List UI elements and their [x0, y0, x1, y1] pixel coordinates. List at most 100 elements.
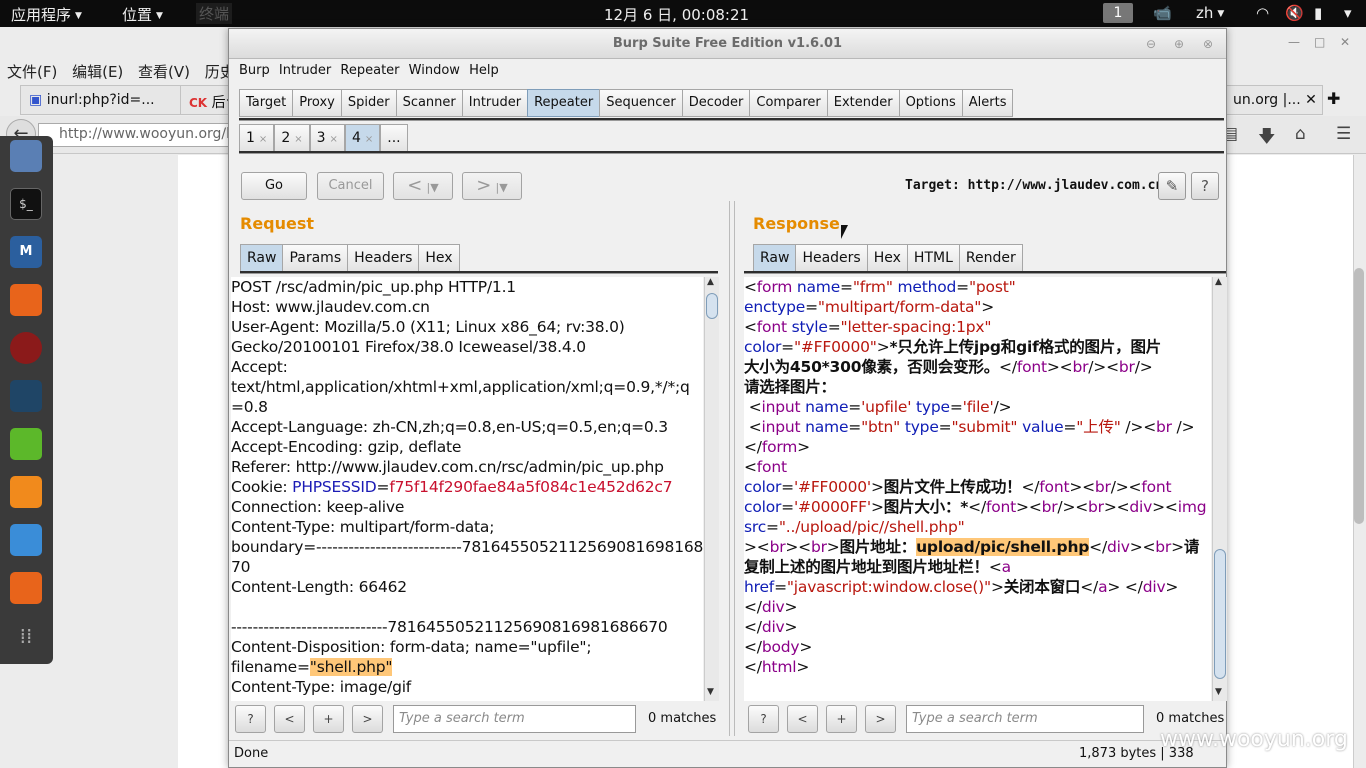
response-search-input[interactable]: Type a search term	[906, 705, 1144, 733]
new-tab-icon[interactable]: ✚	[1327, 89, 1340, 108]
url-bar[interactable]: http://www.wooyun.org/b	[38, 123, 238, 147]
repeater-tab-3[interactable]: 3 ×	[309, 124, 345, 152]
applications-menu[interactable]: 应用程序 ▼	[11, 4, 82, 25]
battery-icon[interactable]: ▮	[1314, 4, 1322, 22]
close-tab-icon[interactable]: ×	[330, 134, 338, 145]
dock-app-icon[interactable]	[10, 140, 42, 172]
tab-comparer[interactable]: Comparer	[749, 89, 828, 117]
workspace-indicator[interactable]: 1	[1103, 3, 1133, 23]
response-tab-headers[interactable]: Headers	[795, 244, 868, 272]
scroll-down-icon[interactable]: ▼	[1215, 687, 1222, 697]
browser-tab-3[interactable]: un.org |... ✕	[1225, 85, 1323, 115]
search-help-icon[interactable]: ?	[748, 705, 779, 733]
tab-close-icon[interactable]: ✕	[1305, 92, 1317, 108]
power-menu-icon[interactable]: ▾	[1344, 4, 1352, 22]
edit-target-pencil-icon[interactable]: ✎	[1158, 172, 1186, 200]
tab-spider[interactable]: Spider	[340, 89, 397, 117]
response-tab-html[interactable]: HTML	[906, 244, 960, 272]
menu-repeater[interactable]: Repeater	[340, 63, 399, 78]
search-next-icon[interactable]: >	[352, 705, 383, 733]
search-options-icon[interactable]: +	[313, 705, 344, 733]
search-help-icon[interactable]: ?	[235, 705, 266, 733]
tab-sequencer[interactable]: Sequencer	[599, 89, 683, 117]
ff-maximize-icon[interactable]: □	[1314, 35, 1325, 49]
wifi-icon[interactable]: ◠	[1256, 4, 1269, 22]
home-icon[interactable]: ⌂	[1295, 124, 1306, 144]
search-next-icon[interactable]: >	[865, 705, 896, 733]
firefox-menubar[interactable]: 文件(F) 编辑(E) 查看(V) 历史(	[7, 61, 241, 82]
menu-window[interactable]: Window	[409, 63, 460, 78]
tool-icon[interactable]	[10, 380, 42, 412]
terminal-icon[interactable]: $_	[10, 188, 42, 220]
go-button[interactable]: Go	[241, 172, 307, 200]
page-scrollbar-thumb[interactable]	[1354, 268, 1364, 524]
tab-intruder[interactable]: Intruder	[461, 89, 529, 117]
response-editor[interactable]: <form name="frm" method="post" enctype="…	[744, 277, 1211, 701]
scroll-up-icon[interactable]: ▲	[1215, 277, 1222, 287]
tab-alerts[interactable]: Alerts	[961, 89, 1014, 117]
tab-scanner[interactable]: Scanner	[395, 89, 463, 117]
close-tab-icon[interactable]: ×	[294, 134, 302, 145]
burp-minimize-icon[interactable]: ⊖	[1146, 29, 1156, 59]
burp-icon[interactable]	[10, 284, 42, 316]
search-options-icon[interactable]: +	[826, 705, 857, 733]
menu-burp[interactable]: Burp	[239, 63, 270, 78]
response-tab-render[interactable]: Render	[958, 244, 1023, 272]
scroll-up-icon[interactable]: ▲	[707, 277, 714, 287]
request-tab-raw[interactable]: Raw	[240, 244, 284, 272]
back-button[interactable]: < |▼	[393, 172, 453, 200]
search-prev-icon[interactable]: <	[274, 705, 305, 733]
app-icon-blue[interactable]	[10, 524, 42, 556]
tab-repeater[interactable]: Repeater	[527, 89, 601, 117]
tab-options[interactable]: Options	[898, 89, 963, 117]
tab-extender[interactable]: Extender	[826, 89, 900, 117]
tab-decoder[interactable]: Decoder	[681, 89, 751, 117]
language-indicator[interactable]: zh ▼	[1196, 4, 1224, 22]
response-scrollbar[interactable]: ▲ ▼	[1212, 277, 1227, 701]
burp-icon-2[interactable]	[10, 572, 42, 604]
volume-icon[interactable]: 🔇	[1285, 4, 1304, 22]
show-apps-icon[interactable]: ⁞⁞	[10, 620, 42, 652]
burp-maximize-icon[interactable]: ⊕	[1174, 29, 1184, 59]
tab-target[interactable]: Target	[239, 89, 294, 117]
menu-icon[interactable]: ☰	[1336, 124, 1351, 144]
places-menu[interactable]: 位置 ▼	[122, 4, 163, 25]
search-prev-icon[interactable]: <	[787, 705, 818, 733]
cancel-button[interactable]: Cancel	[317, 172, 384, 200]
camera-icon[interactable]: 📹	[1153, 4, 1172, 22]
ff-close-icon[interactable]: ✕	[1340, 35, 1350, 49]
clock[interactable]: 12月 6 日, 00:08:21	[604, 4, 749, 25]
response-scroll-thumb[interactable]	[1214, 549, 1226, 679]
menu-help[interactable]: Help	[469, 63, 499, 78]
request-search-input[interactable]: Type a search term	[393, 705, 636, 733]
browser-tab-1[interactable]: ▣ inurl:php?id=...	[20, 85, 182, 115]
browser-tab-2[interactable]: CK 后台	[180, 85, 240, 115]
help-icon[interactable]: ?	[1191, 172, 1219, 200]
notes-icon[interactable]	[10, 428, 42, 460]
response-tab-hex[interactable]: Hex	[866, 244, 908, 272]
request-scrollbar[interactable]: ▲ ▼	[704, 277, 719, 701]
forward-button[interactable]: > |▼	[462, 172, 522, 200]
response-tab-raw[interactable]: Raw	[753, 244, 797, 272]
ff-minimize-icon[interactable]: —	[1288, 35, 1300, 49]
metasploit-icon[interactable]: M	[10, 236, 42, 268]
request-tab-params[interactable]: Params	[282, 244, 349, 272]
repeater-tab-4[interactable]: 4 ×	[344, 124, 381, 152]
app-icon-orange[interactable]	[10, 476, 42, 508]
repeater-tab-1[interactable]: 1 ×	[239, 124, 275, 152]
repeater-tab-2[interactable]: 2 ×	[274, 124, 310, 152]
burp-close-icon[interactable]: ⊗	[1203, 29, 1213, 59]
armitage-icon[interactable]	[10, 332, 42, 364]
repeater-tab-new[interactable]: ...	[380, 124, 408, 152]
request-tab-headers[interactable]: Headers	[347, 244, 420, 272]
request-tab-hex[interactable]: Hex	[418, 244, 460, 272]
request-scroll-thumb[interactable]	[706, 293, 718, 319]
tab-proxy[interactable]: Proxy	[292, 89, 342, 117]
menu-intruder[interactable]: Intruder	[279, 63, 331, 78]
close-tab-icon[interactable]: ×	[365, 134, 373, 145]
split-pane-divider[interactable]	[729, 201, 735, 736]
request-editor[interactable]: POST /rsc/admin/pic_up.php HTTP/1.1 Host…	[231, 277, 703, 701]
scroll-down-icon[interactable]: ▼	[707, 687, 714, 697]
close-tab-icon[interactable]: ×	[259, 134, 267, 145]
download-icon[interactable]: 🡇	[1258, 124, 1275, 153]
